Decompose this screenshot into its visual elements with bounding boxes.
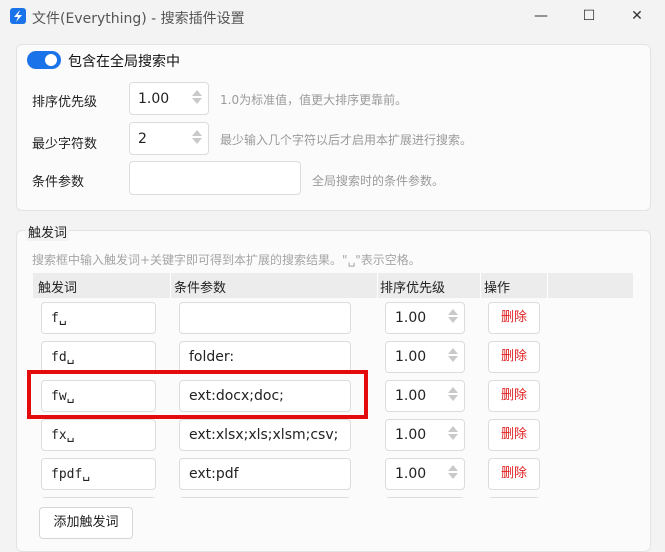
min-chars-value: 2 [138, 130, 147, 147]
min-chars-input[interactable]: 2 [129, 122, 209, 155]
table-row-partial [0, 493, 665, 498]
condition-label: 条件参数 [32, 175, 85, 190]
priority-input[interactable]: 1.00 [129, 82, 209, 115]
priority-value: 1.00 [395, 388, 427, 404]
column-header-trigger: 触发词 [38, 281, 78, 296]
min-chars-hint: 最少输入几个字符以后才启用本扩展进行搜索。 [220, 133, 473, 147]
condition-hint: 全局搜索时的条件参数。 [312, 174, 445, 188]
priority-input[interactable]: 1.00 [385, 380, 465, 412]
priority-value: 1.00 [395, 427, 427, 443]
min-chars-stepper[interactable] [192, 128, 202, 150]
column-header-priority: 排序优先级 [380, 281, 446, 296]
include-global-label: 包含在全局搜索中 [68, 54, 180, 70]
title-bar: 文件(Everything) - 搜索插件设置 — ☐ ✕ [0, 0, 665, 34]
condition-input[interactable]: ext:pdf [179, 458, 351, 490]
app-logo-icon [10, 8, 26, 24]
condition-input[interactable] [179, 497, 351, 498]
delete-button[interactable]: 删除 [488, 341, 540, 373]
column-divider [480, 273, 481, 298]
priority-stepper[interactable] [448, 346, 458, 368]
toggle-knob [45, 54, 57, 66]
delete-button[interactable]: 删除 [488, 419, 540, 451]
priority-hint: 1.0为标准值，值更大排序更靠前。 [220, 93, 408, 107]
priority-value: 1.00 [395, 349, 427, 365]
priority-input[interactable]: 1.00 [385, 458, 465, 490]
delete-button[interactable] [488, 497, 540, 498]
window-title: 文件(Everything) - 搜索插件设置 [32, 11, 245, 27]
priority-label: 排序优先级 [32, 95, 98, 110]
delete-button[interactable]: 删除 [488, 458, 540, 490]
priority-input[interactable]: 1.00 [385, 302, 465, 334]
priority-value: 1.00 [395, 466, 427, 482]
priority-input[interactable]: 1.00 [385, 419, 465, 451]
column-divider [170, 273, 171, 298]
close-button[interactable]: ✕ [614, 0, 660, 34]
priority-stepper[interactable] [448, 424, 458, 446]
trigger-input[interactable]: fd␣ [41, 341, 156, 373]
min-chars-label: 最少字符数 [32, 137, 98, 152]
condition-input[interactable]: ext:xlsx;xls;xlsm;csv; [179, 419, 351, 451]
column-divider [377, 273, 378, 298]
condition-input[interactable] [129, 161, 301, 195]
minimize-button[interactable]: — [518, 0, 564, 34]
priority-value: 1.00 [395, 310, 427, 326]
priority-stepper[interactable] [448, 307, 458, 329]
triggers-table-header: 触发词 条件参数 排序优先级 操作 [33, 273, 633, 298]
column-header-condition: 条件参数 [174, 281, 227, 296]
priority-value: 1.00 [138, 90, 170, 107]
delete-button[interactable]: 删除 [488, 302, 540, 334]
priority-input[interactable] [385, 497, 465, 498]
priority-stepper[interactable] [448, 385, 458, 407]
column-divider [547, 273, 548, 298]
trigger-input[interactable]: fx␣ [41, 419, 156, 451]
maximize-button[interactable]: ☐ [566, 0, 612, 34]
condition-input[interactable]: folder: [179, 341, 351, 373]
trigger-input[interactable] [41, 497, 156, 498]
table-row: f␣ 1.00 删除 [0, 298, 665, 337]
priority-stepper[interactable] [192, 88, 202, 110]
condition-input[interactable] [179, 302, 351, 334]
delete-button[interactable]: 删除 [488, 380, 540, 412]
trigger-input[interactable]: f␣ [41, 302, 156, 334]
priority-input[interactable]: 1.00 [385, 341, 465, 373]
table-row: fx␣ ext:xlsx;xls;xlsm;csv; 1.00 删除 [0, 415, 665, 454]
trigger-input[interactable]: fpdf␣ [41, 458, 156, 490]
triggers-hint: 搜索框中输入触发词+关键字即可得到本扩展的搜索结果。"␣"表示空格。 [32, 253, 421, 267]
column-header-actions: 操作 [484, 281, 511, 296]
highlight-box [27, 370, 368, 419]
add-trigger-button[interactable]: 添加触发词 [39, 507, 133, 539]
priority-stepper[interactable] [448, 463, 458, 485]
include-global-toggle[interactable] [27, 51, 61, 69]
table-row: fpdf␣ ext:pdf 1.00 删除 [0, 454, 665, 493]
triggers-section-title: 触发词 [26, 222, 70, 241]
